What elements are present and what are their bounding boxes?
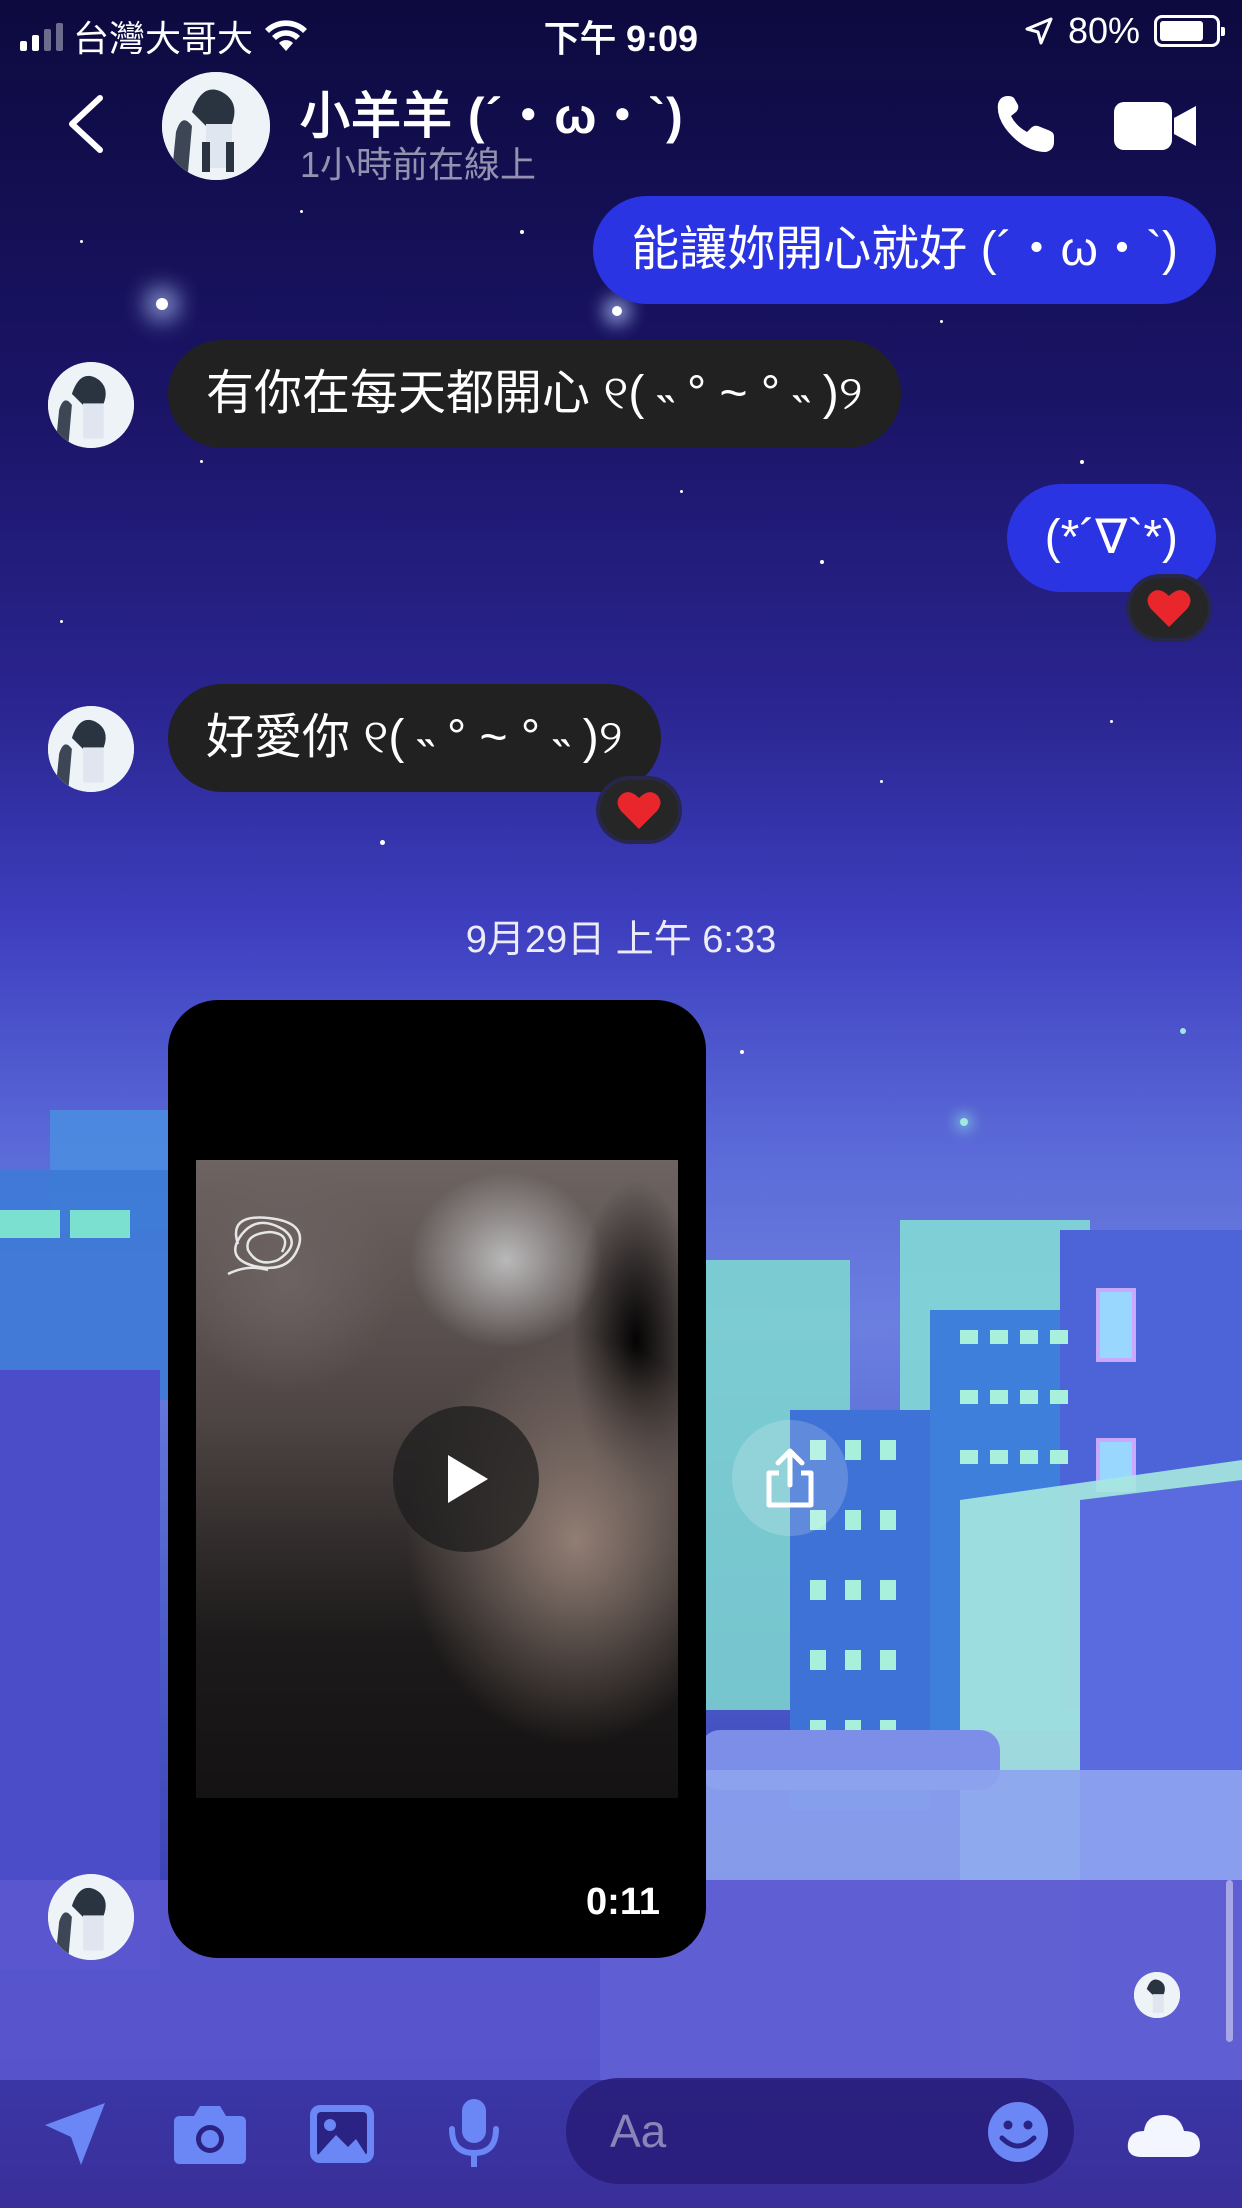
- message-bubble-incoming[interactable]: 有你在每天都開心 ୧( ˵ ° ~ ° ˵ )୨: [168, 340, 901, 448]
- message-timestamp: 9月29日 上午 6:33: [465, 919, 777, 961]
- contact-avatar[interactable]: [162, 72, 270, 180]
- heart-icon: [1147, 590, 1191, 627]
- heart-reaction[interactable]: [596, 776, 682, 844]
- actions-button[interactable]: [38, 2096, 114, 2172]
- video-camera-icon[interactable]: [1112, 98, 1198, 154]
- heart-reaction[interactable]: [1126, 574, 1212, 642]
- share-button[interactable]: [732, 1420, 848, 1536]
- scribble-sticker: [227, 1216, 302, 1276]
- battery-percent: 80%: [1067, 10, 1140, 51]
- microphone-icon: [449, 2099, 499, 2167]
- location-arrow-icon: [1025, 17, 1053, 45]
- image-icon: [310, 2105, 374, 2163]
- play-button[interactable]: [393, 1406, 539, 1552]
- status-bar: 台灣大哥大 下午 9:09 80%: [0, 0, 1242, 62]
- camera-button[interactable]: [172, 2096, 248, 2172]
- heart-icon: [617, 792, 661, 829]
- voice-button[interactable]: [436, 2096, 512, 2172]
- message-input-placeholder: Aa: [610, 2105, 667, 2157]
- sender-avatar[interactable]: [48, 1874, 134, 1960]
- video-message[interactable]: 0:11: [168, 1000, 706, 1958]
- message-bubble-incoming[interactable]: 好愛你 ୧( ˵ ° ~ ° ˵ )୨: [168, 684, 661, 792]
- composer-bar: Aa: [0, 2060, 1242, 2208]
- battery-icon: [1154, 15, 1225, 47]
- last-seen-status: 1小時前在線上: [300, 144, 537, 185]
- sender-avatar[interactable]: [48, 362, 134, 448]
- back-chevron-icon[interactable]: [62, 94, 112, 154]
- share-icon: [766, 1448, 814, 1508]
- video-duration: 0:11: [586, 1881, 660, 1923]
- send-arrow-icon: [45, 2103, 105, 2165]
- cloud-icon: [1127, 2115, 1200, 2157]
- phone-icon[interactable]: [990, 90, 1060, 160]
- play-icon: [448, 1455, 488, 1503]
- message-input[interactable]: Aa: [566, 2078, 1074, 2184]
- camera-icon: [174, 2106, 246, 2164]
- gallery-button[interactable]: [304, 2096, 380, 2172]
- chat-header: 小羊羊 (´・ω・`) 1小時前在線上: [0, 62, 1242, 192]
- quick-reaction-button[interactable]: [1124, 2096, 1204, 2172]
- read-receipt-avatar: [1134, 1972, 1180, 2018]
- message-bubble-outgoing[interactable]: 能讓妳開心就好 (´・ω・`): [593, 196, 1216, 304]
- scrollbar[interactable]: [1226, 1880, 1233, 2042]
- emoji-icon[interactable]: [986, 2100, 1050, 2164]
- sender-avatar[interactable]: [48, 706, 134, 792]
